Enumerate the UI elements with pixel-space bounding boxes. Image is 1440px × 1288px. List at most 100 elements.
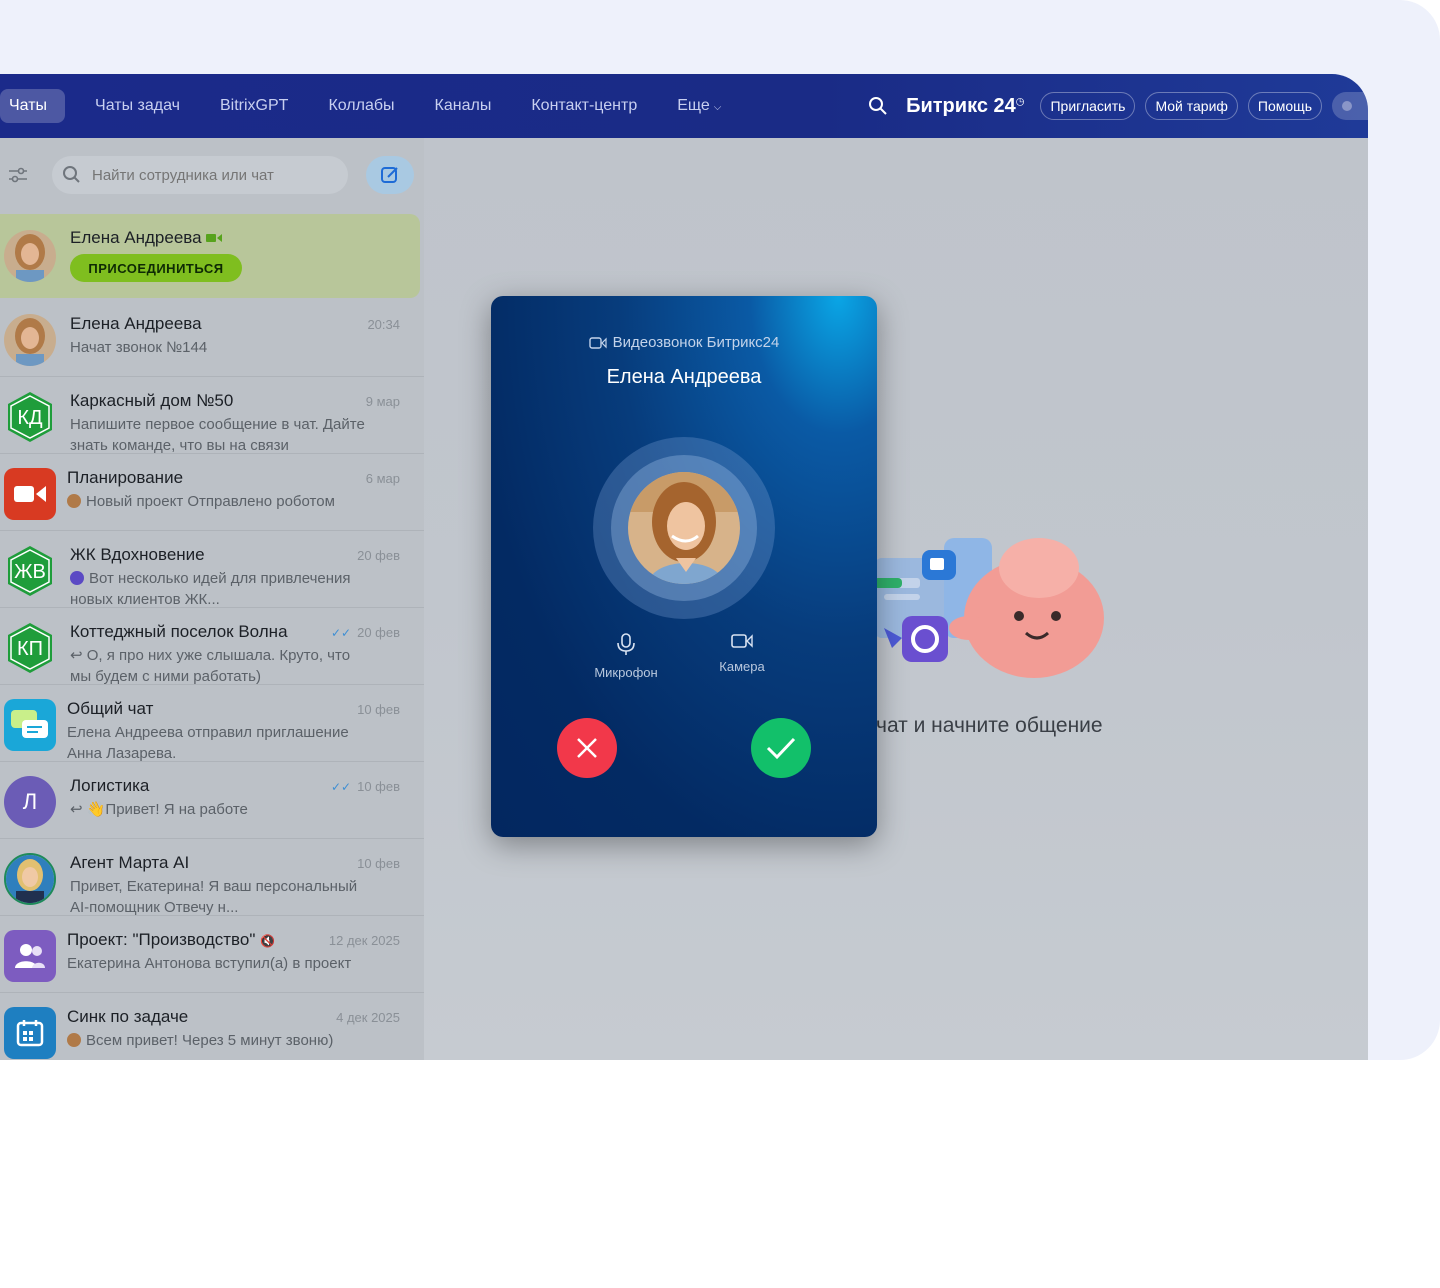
chat-preview-text: Всем привет! Через 5 минут звоню) [86, 1032, 334, 1049]
call-header-text: Видеозвонок Битрикс24 [612, 334, 780, 351]
chat-preview: Вот несколько идей для привлечения новых… [70, 568, 370, 610]
chat-time: 12 дек 2025 [328, 933, 400, 948]
filter-icon[interactable] [6, 163, 30, 187]
search-input[interactable] [92, 166, 332, 184]
chat-title: Агент Марта AI [70, 853, 190, 872]
avatar: Л [4, 776, 56, 828]
search-icon[interactable] [868, 96, 888, 116]
tab-contact-center[interactable]: Контакт-центр [521, 89, 647, 123]
mini-avatar [67, 1033, 81, 1047]
avatar [4, 853, 56, 905]
invite-button[interactable]: Пригласить [1040, 92, 1136, 120]
tariff-button[interactable]: Мой тариф [1145, 92, 1238, 120]
call-header: Видеозвонок Битрикс24 [491, 334, 877, 351]
chat-preview: Всем привет! Через 5 минут звоню) [67, 1030, 367, 1051]
tab-more[interactable]: Еще ⌵ [667, 89, 731, 123]
chat-preview: Напишите первое сообщение в чат. Дайте з… [70, 416, 365, 454]
chat-title-text: Елена Андреева [70, 228, 202, 247]
ai-avatar-icon [70, 571, 84, 585]
chat-time-text: 10 фев [357, 779, 400, 794]
video-icon [206, 234, 223, 242]
list-item[interactable]: Общий чат 10 фев Елена Андреева отправил… [0, 685, 424, 762]
status-dot-icon [1342, 101, 1352, 111]
avatar: ЖВ [4, 545, 56, 597]
list-item[interactable]: Проект: "Производство" 🔇 12 дек 2025 Ека… [0, 916, 424, 993]
chat-title: Проект: "Производство" 🔇 [67, 930, 275, 950]
check-icon [766, 737, 796, 760]
video-camera-icon [588, 337, 607, 349]
list-item[interactable]: Елена Андреева 20:34 Начат звонок №144 [0, 300, 424, 377]
new-chat-button[interactable] [366, 156, 414, 194]
chat-preview: ↩ 👋Привет! Я на работе [70, 801, 248, 818]
clock-icon: ◷ [1015, 95, 1025, 107]
search-field [52, 156, 348, 194]
camera-label: Камера [719, 659, 765, 674]
camera-toggle[interactable]: Камера [697, 633, 787, 674]
list-item[interactable]: КД Каркасный дом №50 9 мар Напишите перв… [0, 377, 424, 454]
list-item[interactable]: Агент Марта AI 10 фев Привет, Екатерина!… [0, 839, 424, 916]
chat-time: ✓✓ 10 фев [331, 779, 400, 794]
list-item[interactable]: Планирование 6 мар Новый проект Отправле… [0, 454, 424, 531]
tab-more-label: Еще [677, 97, 710, 114]
chat-title: Коттеджный поселок Волна [70, 622, 288, 641]
compose-icon [381, 167, 398, 183]
chat-preview: Елена Андреева отправил приглашение Анна… [67, 724, 349, 762]
brand-logo: Битрикс 24◷ [906, 95, 1024, 118]
chat-time: 20 фев [357, 548, 400, 563]
chat-time: 20:34 [367, 317, 400, 332]
calendar-icon [4, 1007, 56, 1059]
avatar-initials: КП [17, 638, 43, 660]
chat-preview-text: Новый проект Отправлено роботом [86, 493, 335, 510]
top-navigation: Чаты Чаты задач BitrixGPT Коллабы Каналы… [0, 74, 1368, 138]
chat-preview-text: Вот несколько идей для привлечения новых… [70, 570, 351, 608]
tab-bitrixgpt[interactable]: BitrixGPT [210, 89, 298, 123]
decline-call-button[interactable] [557, 718, 617, 778]
chat-preview: Екатерина Антонова вступил(а) в проект [67, 955, 352, 972]
list-item[interactable]: Л Логистика ✓✓ 10 фев ↩ 👋Привет! Я на раб… [0, 762, 424, 839]
video-chat-icon [4, 468, 56, 520]
microphone-label: Микрофон [594, 665, 658, 680]
list-item[interactable]: КП Коттеджный поселок Волна ✓✓ 20 фев ↩ О… [0, 608, 424, 685]
avatar [4, 230, 56, 282]
chat-time-text: 20 фев [357, 625, 400, 640]
chat-title: Елена Андреева [70, 228, 223, 248]
chat-time: 6 мар [365, 471, 400, 486]
camera-icon [731, 634, 753, 648]
tab-task-chats[interactable]: Чаты задач [85, 89, 190, 123]
avatar-initials: ЖВ [14, 561, 46, 583]
chat-bubbles-icon [4, 699, 56, 751]
mascot-illustration [874, 538, 1104, 678]
tab-channels[interactable]: Каналы [425, 89, 502, 123]
caller-name: Елена Андреева [606, 366, 762, 388]
chat-preview: Начат звонок №144 [70, 339, 208, 356]
list-item[interactable]: Синк по задаче 4 дек 2025 Всем привет! Ч… [0, 993, 424, 1060]
status-toggle[interactable] [1332, 92, 1368, 120]
avatar: КД [4, 391, 56, 443]
chat-preview: ↩ О, я про них уже слышала. Круто, что м… [70, 647, 351, 685]
microphone-icon [617, 633, 635, 655]
search-row [0, 138, 424, 212]
microphone-toggle[interactable]: Микрофон [581, 633, 671, 680]
avatar [4, 314, 56, 366]
mini-avatar [67, 494, 81, 508]
close-icon [577, 738, 597, 758]
accept-call-button[interactable] [751, 718, 811, 778]
chat-time: 10 фев [357, 856, 400, 871]
incoming-call-card: Видеозвонок Битрикс24 Елена Андреева Мик… [491, 296, 877, 837]
chat-time: 4 дек 2025 [336, 1010, 400, 1025]
join-call-button[interactable]: ПРИСОЕДИНИТЬСЯ [70, 254, 242, 282]
read-check-icon: ✓✓ [330, 626, 352, 640]
chat-title: ЖК Вдохновение [70, 545, 205, 564]
chevron-down-icon: ⌵ [713, 102, 722, 113]
chat-time: 10 фев [357, 702, 400, 717]
help-button[interactable]: Помощь [1247, 92, 1322, 120]
tab-chats[interactable]: Чаты [0, 89, 66, 123]
chat-preview: Новый проект Отправлено роботом [67, 491, 367, 512]
chat-preview: Привет, Екатерина! Я ваш персональный AI… [70, 878, 358, 916]
tab-collabs[interactable]: Коллабы [318, 89, 404, 123]
chat-time: 9 мар [365, 394, 400, 409]
caller-avatar [628, 472, 740, 584]
list-item[interactable]: Елена Андреева ПРИСОЕДИНИТЬСЯ [0, 214, 420, 298]
list-item[interactable]: ЖВ ЖК Вдохновение 20 фев Вот несколько и… [0, 531, 424, 608]
chat-sidebar: Елена Андреева ПРИСОЕДИНИТЬСЯ Елена Андр… [0, 138, 424, 1060]
